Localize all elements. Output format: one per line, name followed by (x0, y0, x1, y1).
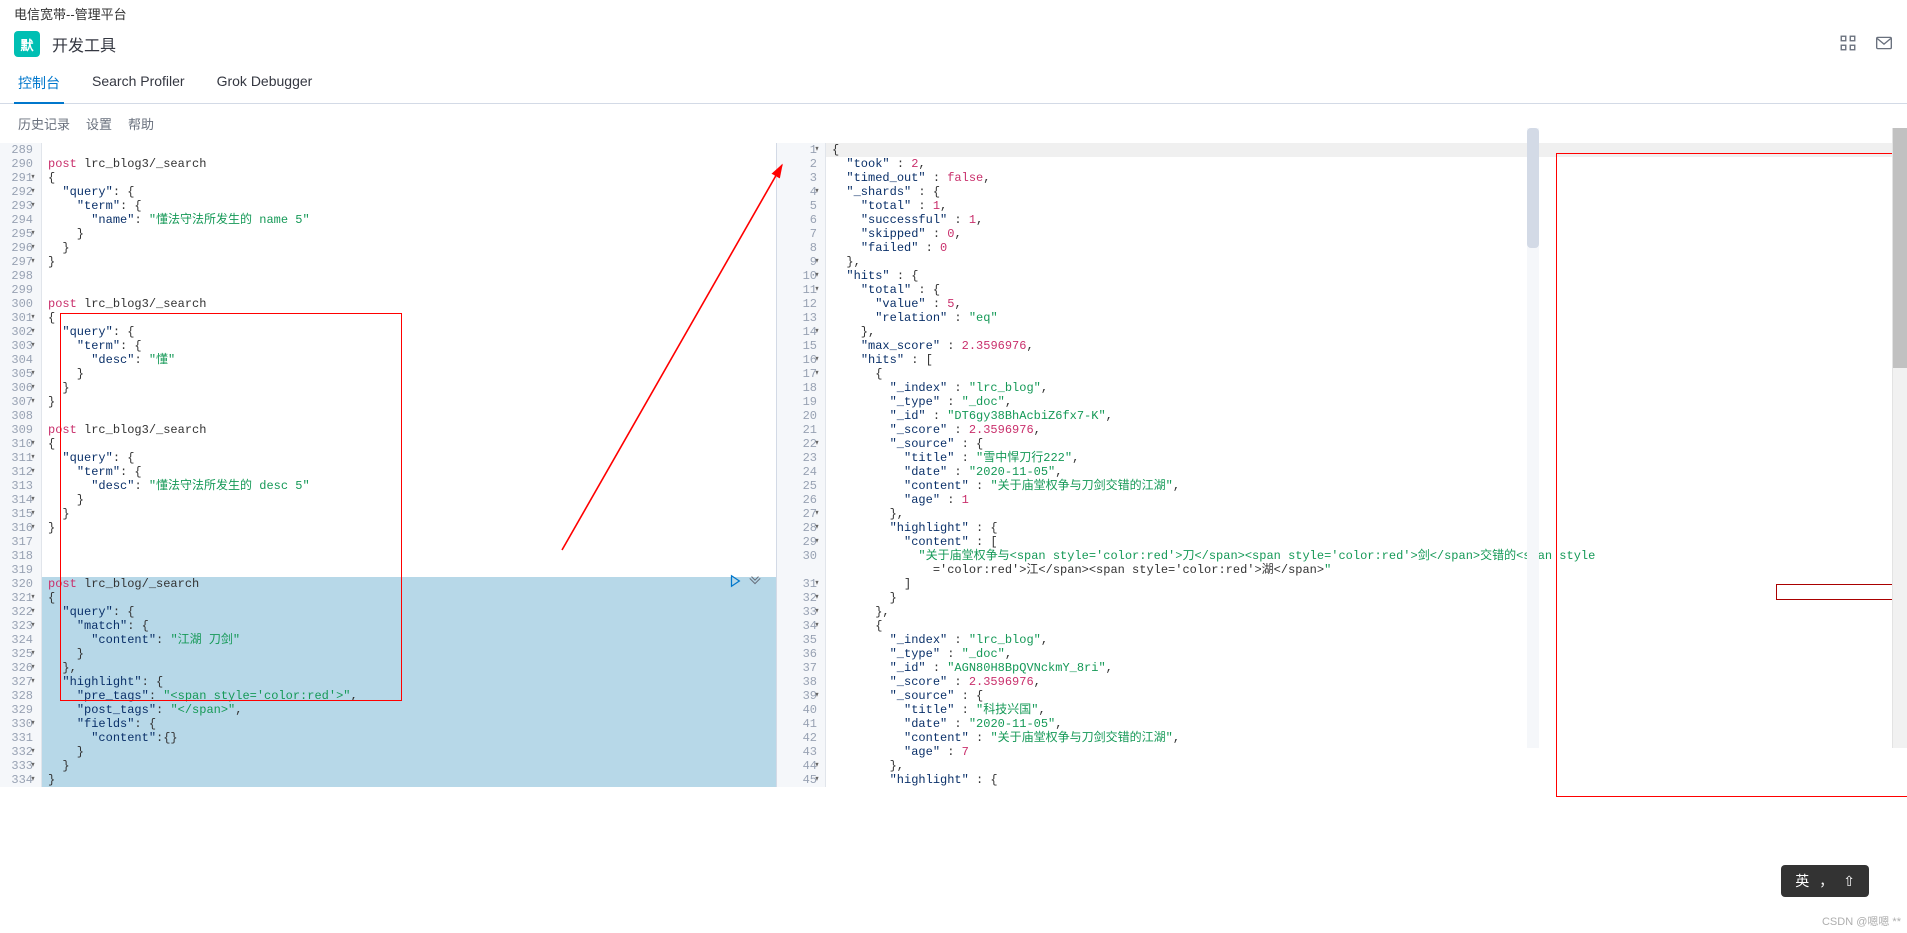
header-bar: 默 开发工具 (0, 25, 1907, 63)
request-editor[interactable]: post lrc_blog3/_search{ "query": { "term… (42, 143, 776, 787)
tab-search-profiler[interactable]: Search Profiler (88, 63, 189, 103)
ime-shift-icon: ⇧ (1843, 873, 1855, 890)
mail-icon[interactable] (1875, 34, 1893, 55)
subnav: 历史记录 设置 帮助 (0, 104, 1907, 143)
page-title: 开发工具 (52, 32, 116, 56)
response-gutter: 1234567891011121314151617181920212223242… (776, 143, 826, 787)
subnav-settings[interactable]: 设置 (86, 114, 112, 133)
tab-bar: 控制台 Search Profiler Grok Debugger (0, 63, 1907, 104)
tab-console[interactable]: 控制台 (14, 63, 64, 103)
response-inner-scrollbar[interactable] (1527, 128, 1539, 748)
app-logo-icon[interactable]: 默 (14, 31, 40, 57)
run-request-icon[interactable] (728, 574, 742, 591)
browser-tab-title: 电信宽带--管理平台 (0, 0, 1907, 25)
subnav-history[interactable]: 历史记录 (18, 114, 70, 133)
watermark-label: CSDN @嗯嗯 ** (1822, 913, 1901, 929)
response-editor-pane: 1234567891011121314151617181920212223242… (776, 143, 1907, 787)
request-options-icon[interactable] (748, 574, 762, 591)
subnav-help[interactable]: 帮助 (128, 114, 154, 133)
request-gutter: 2892902912922932942952962972982993003013… (0, 143, 42, 787)
response-editor[interactable]: { "took" : 2, "timed_out" : false, "_sha… (826, 143, 1907, 787)
window-scrollbar[interactable] (1892, 128, 1907, 748)
main-split: 2892902912922932942952962972982993003013… (0, 143, 1907, 787)
request-editor-pane: 2892902912922932942952962972982993003013… (0, 143, 776, 787)
tab-grok-debugger[interactable]: Grok Debugger (213, 63, 317, 103)
ime-lang-label: 英 (1795, 871, 1809, 891)
fullscreen-icon[interactable] (1839, 34, 1857, 55)
ime-indicator: 英 ， ⇧ (1781, 865, 1869, 897)
ime-sep-label: ， (1819, 871, 1833, 891)
